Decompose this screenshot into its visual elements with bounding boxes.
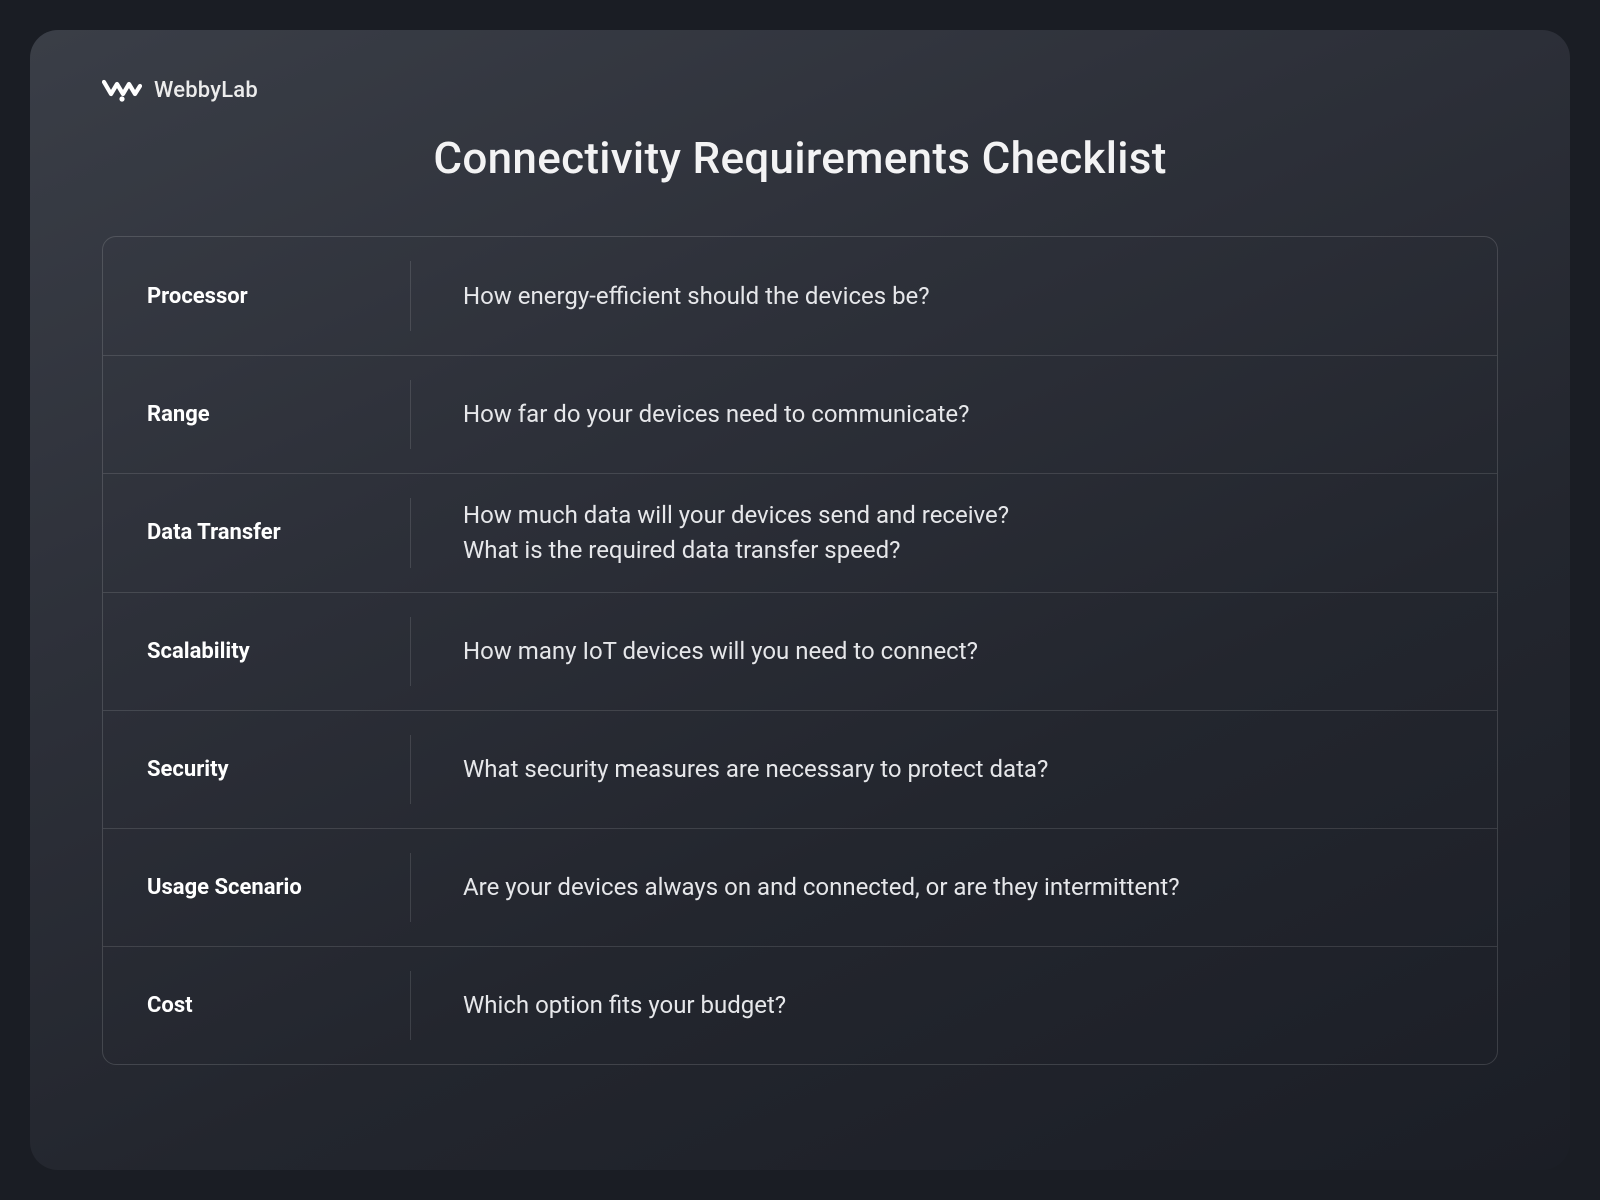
table-row: Cost Which option fits your budget? (103, 946, 1497, 1064)
webbylab-logo-icon (102, 76, 142, 104)
row-label-range: Range (103, 380, 411, 449)
page-title: Connectivity Requirements Checklist (102, 132, 1498, 184)
row-label-data-transfer: Data Transfer (103, 498, 411, 568)
brand: WebbyLab (102, 76, 1498, 104)
table-row: Security What security measures are nece… (103, 710, 1497, 828)
table-row: Range How far do your devices need to co… (103, 355, 1497, 473)
brand-name: WebbyLab (154, 78, 258, 103)
row-label-security: Security (103, 735, 411, 804)
row-body: How many IoT devices will you need to co… (411, 634, 1497, 669)
row-label-processor: Processor (103, 261, 411, 331)
row-body: Which option fits your budget? (411, 988, 1497, 1023)
row-body: How far do your devices need to communic… (411, 397, 1497, 432)
table-row: Scalability How many IoT devices will yo… (103, 592, 1497, 710)
row-body: Are your devices always on and connected… (411, 870, 1497, 905)
table-row: Processor How energy-efficient should th… (103, 237, 1497, 355)
row-body: What security measures are necessary to … (411, 752, 1497, 787)
row-body: How much data will your devices send and… (411, 498, 1497, 568)
checklist-table: Processor How energy-efficient should th… (102, 236, 1498, 1065)
row-body: How energy-efficient should the devices … (411, 279, 1497, 314)
row-label-scalability: Scalability (103, 617, 411, 686)
table-row: Data Transfer How much data will your de… (103, 473, 1497, 592)
row-label-usage-scenario: Usage Scenario (103, 853, 411, 922)
checklist-card: WebbyLab Connectivity Requirements Check… (30, 30, 1570, 1170)
row-label-cost: Cost (103, 971, 411, 1040)
table-row: Usage Scenario Are your devices always o… (103, 828, 1497, 946)
